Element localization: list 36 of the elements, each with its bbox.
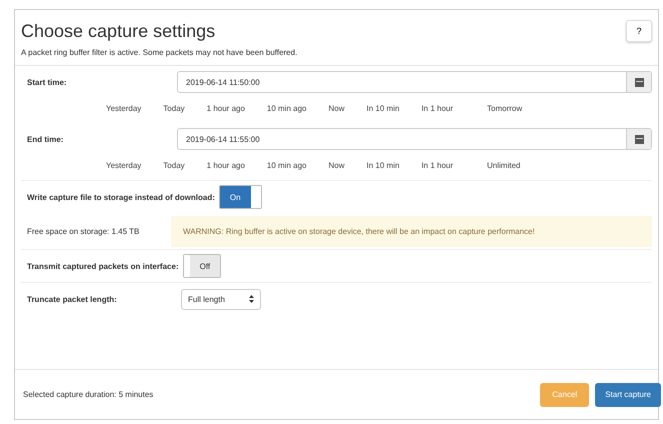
- updown-icon: [248, 295, 254, 303]
- dialog-title: Choose capture settings: [21, 20, 216, 42]
- datetime-field[interactable]: 2019-06-14 11:55:00: [177, 128, 652, 150]
- time-shortcut-link[interactable]: Now: [328, 161, 345, 170]
- time-shortcut-link[interactable]: Yesterday: [106, 104, 142, 113]
- time-shortcut-link[interactable]: Now: [328, 104, 345, 113]
- notice-text: A packet ring buffer filter is active. Some packets may not have been buffered.: [21, 48, 298, 57]
- time-shortcut-link[interactable]: 10 min ago: [266, 104, 307, 113]
- field-label: Transmit captured packets on interface:: [26, 262, 179, 270]
- time-shortcut-link[interactable]: In 10 min: [366, 104, 400, 113]
- time-shortcut-link[interactable]: Today: [163, 161, 185, 170]
- time-shortcut-link[interactable]: In 1 hour: [421, 104, 454, 113]
- time-shortcut-link[interactable]: Yesterday: [106, 161, 142, 170]
- start-button[interactable]: Start capture: [595, 382, 661, 406]
- time-shortcut-link[interactable]: Unlimited: [487, 161, 520, 170]
- duration-text: Selected capture duration: 5 minutes: [23, 390, 154, 399]
- datetime-field[interactable]: 2019-06-14 11:50:00: [177, 71, 652, 93]
- time-shortcut-link[interactable]: In 1 hour: [421, 161, 454, 170]
- field-label: Truncate packet length:: [26, 294, 118, 304]
- calendar-icon: [634, 78, 644, 86]
- help-button[interactable]: ?: [626, 20, 652, 42]
- toggle-switch[interactable]: Off: [182, 254, 222, 278]
- calendar-icon: [634, 134, 644, 144]
- field-label: Write capture file to storage instead of download:: [26, 192, 215, 202]
- field-label: End time:: [26, 134, 64, 144]
- time-shortcut-link[interactable]: Tomorrow: [487, 104, 522, 113]
- time-shortcut-link[interactable]: In 10 min: [366, 161, 400, 170]
- time-shortcut-link[interactable]: 10 min ago: [266, 161, 307, 170]
- warning-alert: WARNING: Ring buffer is active on storage device, there will be an impact on capture performance!: [171, 216, 652, 246]
- length-select[interactable]: Full length: [181, 288, 261, 310]
- free-space-text: Free space on storage: 1.45 TB: [26, 226, 140, 238]
- time-shortcut-link[interactable]: Today: [163, 104, 185, 113]
- time-shortcut-link[interactable]: 1 hour ago: [206, 161, 245, 170]
- toggle-switch[interactable]: On: [218, 185, 262, 209]
- field-label: Start time:: [26, 78, 68, 86]
- time-shortcut-link[interactable]: 1 hour ago: [206, 104, 245, 113]
